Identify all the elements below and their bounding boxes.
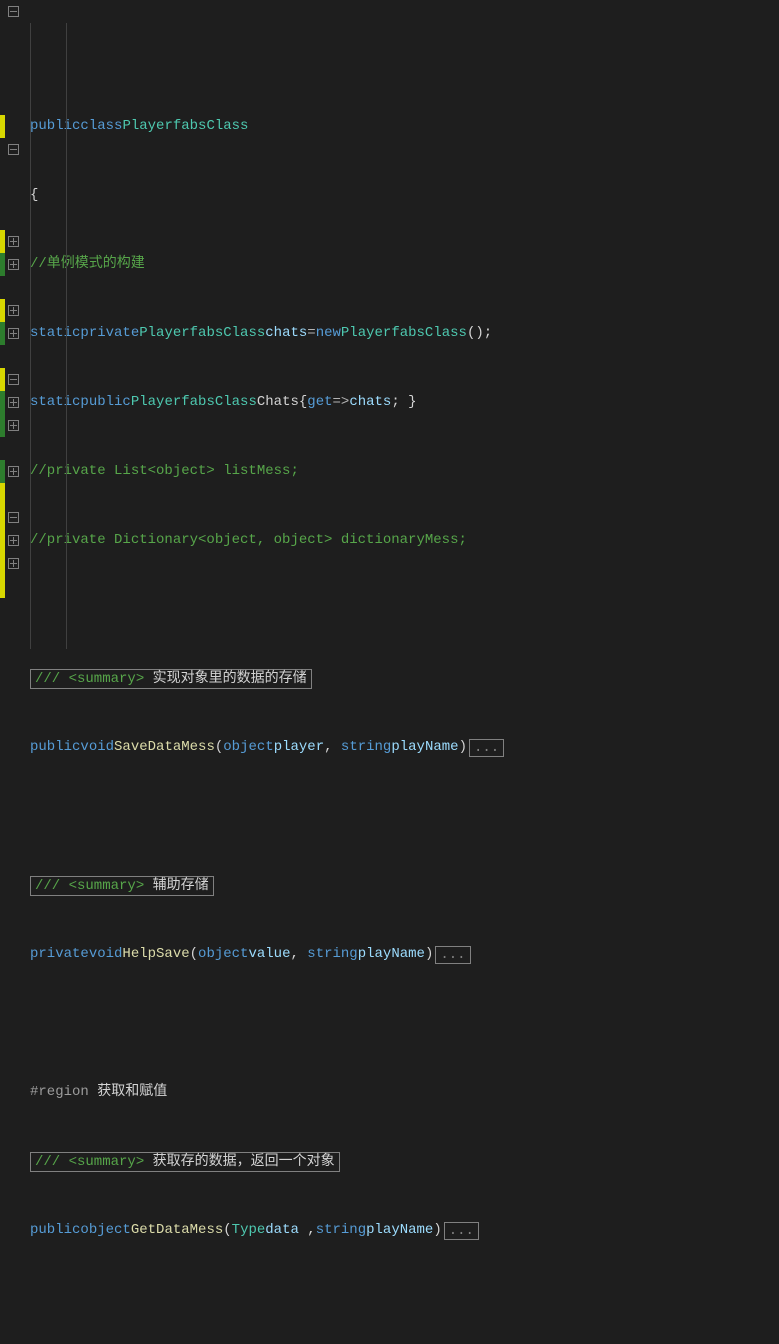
fold-method1-icon[interactable] [8,259,19,270]
fold-region2-icon[interactable] [8,512,19,523]
fold-summary2-icon[interactable] [8,305,19,316]
fold-method5-icon[interactable] [8,558,19,569]
code-line: #region 获取和赋值 [30,1081,779,1104]
code-line: /// <summary> 实现对象里的数据的存储 [30,667,779,690]
code-line: /// <summary> 辅助存储 [30,874,779,897]
fold-method3-icon[interactable] [8,420,19,431]
fold-summary4-icon[interactable] [8,535,19,546]
code-line: private void HelpSave(object value, stri… [30,943,779,966]
collapsed-body[interactable]: ... [444,1222,479,1240]
code-line: static public PlayerfabsClass Chats { ge… [30,391,779,414]
code-editor[interactable]: public class PlayerfabsClass { //单例模式的构建… [26,0,779,672]
blank-line [30,1288,779,1311]
code-line: static private PlayerfabsClass chats = n… [30,322,779,345]
editor-gutter [0,0,26,672]
blank-line [30,1012,779,1035]
fold-class-icon[interactable] [8,6,19,17]
code-line: //private List<object> listMess; [30,460,779,483]
fold-region1-icon[interactable] [8,374,19,385]
collapsed-body[interactable]: ... [435,946,470,964]
code-line: public void SaveDataMess(object player, … [30,736,779,759]
code-line: public class PlayerfabsClass [30,115,779,138]
code-line: /// <summary> 获取存的数据，返回一个对象 [30,1150,779,1173]
code-line: //单例模式的构建 [30,253,779,276]
blank-line [30,805,779,828]
code-line: public object GetDataMess(Type data ,str… [30,1219,779,1242]
collapsed-body[interactable]: ... [469,739,504,757]
code-line: { [30,184,779,207]
summary-collapsed[interactable]: /// <summary> 辅助存储 [30,876,214,896]
fold-summary3-icon[interactable] [8,397,19,408]
blank-line [30,598,779,621]
fold-method4-icon[interactable] [8,466,19,477]
fold-icon[interactable] [8,144,19,155]
code-line: //private Dictionary<object, object> dic… [30,529,779,552]
fold-method2-icon[interactable] [8,328,19,339]
fold-summary1-icon[interactable] [8,236,19,247]
summary-collapsed[interactable]: /// <summary> 获取存的数据，返回一个对象 [30,1152,340,1172]
